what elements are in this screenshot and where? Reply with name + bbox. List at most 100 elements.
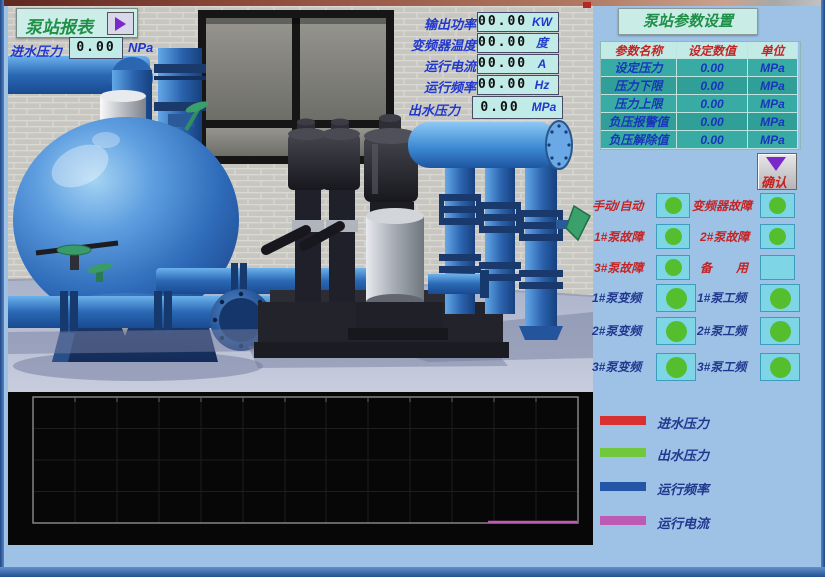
run-frequency-unit: Hz [526, 75, 559, 95]
bottom-border [0, 567, 825, 577]
grid-horizontal-lines [33, 429, 578, 492]
pump3-mains-label: 3#泵工频 [697, 358, 759, 375]
inverter-fault-indicator [760, 193, 795, 218]
run-current-unit: A [526, 54, 559, 74]
run-frequency-value: 00.00 [477, 75, 528, 95]
col-header-unit: 单位 [748, 42, 798, 59]
pump2-vfd-led [666, 321, 687, 342]
legend-label-frequency: 运行频率 [657, 479, 709, 498]
inlet-pressure-value: 0.00 [69, 37, 123, 59]
param-value[interactable]: 0.00 [677, 131, 748, 149]
inlet-pressure-unit: NPa [128, 40, 153, 55]
report-button-label: 泵站报表 [25, 13, 93, 38]
pump2-fault-label: 2#泵故障 [700, 228, 758, 245]
pump3-vfd-indicator [656, 353, 696, 381]
pump1-fault-indicator [656, 224, 690, 249]
pump1-mains-led [770, 288, 791, 309]
pump3-fault-led [665, 259, 682, 276]
mode-indicator[interactable] [656, 193, 690, 218]
param-value[interactable]: 0.00 [677, 59, 748, 77]
trend-chart-plot [8, 392, 593, 545]
pump3-vfd-led [666, 357, 687, 378]
spare-indicator [760, 255, 795, 280]
outlet-pressure-value: 0.00 [472, 96, 528, 119]
pump1-fault-led [665, 228, 682, 245]
pump1-vfd-label: 1#泵变频 [592, 289, 654, 306]
col-header-name: 参数名称 [601, 42, 677, 59]
pump3-vfd-label: 3#泵变频 [592, 358, 654, 375]
outlet-manifold-pipe [408, 121, 572, 169]
top-edge-strip [0, 0, 825, 6]
output-power-value: 00.00 [477, 12, 528, 32]
mode-led [665, 197, 682, 214]
right-border [821, 0, 825, 577]
pump1-mains-indicator [760, 284, 800, 312]
param-name: 设定压力 [601, 59, 677, 77]
run-current-value: 00.00 [477, 54, 528, 74]
settings-table: 参数名称 设定数值 单位 设定压力 0.00 MPa 压力下限 0.00 MPa… [600, 41, 801, 150]
inverter-temp-unit: 度 [526, 33, 559, 53]
pump2-mains-indicator [760, 317, 800, 345]
pump3-fault-indicator [656, 255, 690, 280]
param-value[interactable]: 0.00 [677, 95, 748, 113]
pump1-fault-label: 1#泵故障 [594, 228, 654, 245]
col-header-value: 设定数值 [677, 42, 748, 59]
pump3-mains-indicator [760, 353, 800, 381]
pump1-mains-label: 1#泵工频 [697, 289, 759, 306]
pump3-mains-led [770, 357, 791, 378]
param-name: 负压解除值 [601, 131, 677, 149]
output-power-label: 输出功率 [398, 14, 476, 33]
inlet-pressure-label: 进水压力 [10, 41, 62, 60]
pump2-mains-label: 2#泵工频 [697, 322, 759, 339]
play-icon [115, 17, 126, 31]
legend-swatch-frequency [600, 482, 646, 491]
left-border [0, 0, 4, 577]
pump1-vfd-led [666, 288, 687, 309]
param-unit: MPa [748, 77, 798, 95]
confirm-triangle-icon [766, 157, 786, 171]
param-name: 压力上限 [601, 95, 677, 113]
legend-swatch-current [600, 516, 646, 525]
param-name: 压力下限 [601, 77, 677, 95]
inverter-temp-value: 00.00 [477, 33, 528, 53]
outlet-pressure-label: 出水压力 [408, 100, 460, 119]
confirm-button[interactable]: 确认 [757, 153, 797, 190]
pump-station-hmi-screen: 泵站报表 进水压力 0.00 NPa 输出功率 00.00 KW 变频器温度 0… [0, 0, 825, 577]
pump2-fault-led [769, 228, 786, 245]
spare-label: 备 用 [700, 259, 758, 276]
inverter-fault-label: 变频器故障 [692, 197, 758, 214]
param-unit: MPa [748, 95, 798, 113]
param-value[interactable]: 0.00 [677, 77, 748, 95]
report-arrow-button[interactable] [107, 12, 134, 35]
param-name: 负压报警值 [601, 113, 677, 131]
trend-chart [8, 392, 593, 545]
pump2-mains-led [770, 321, 791, 342]
scene-corner-mark [583, 2, 591, 8]
param-unit: MPa [748, 131, 798, 149]
legend-label-current: 运行电流 [657, 513, 709, 532]
outlet-pressure-unit: MPa [526, 96, 563, 119]
output-power-unit: KW [526, 12, 559, 32]
axis-ticks [75, 397, 536, 402]
inverter-temp-label: 变频器温度 [398, 35, 476, 54]
pump2-fault-indicator [760, 224, 795, 249]
discharge-risers [428, 148, 563, 340]
report-button[interactable]: 泵站报表 [16, 8, 138, 38]
legend-swatch-inlet [600, 416, 646, 425]
pump1-vfd-indicator [656, 284, 696, 312]
legend-swatch-outlet [600, 448, 646, 457]
param-unit: MPa [748, 59, 798, 77]
mode-label: 手动/自动 [592, 197, 654, 214]
param-value[interactable]: 0.00 [677, 113, 748, 131]
inverter-fault-led [769, 197, 786, 214]
pump3-fault-label: 3#泵故障 [594, 259, 654, 276]
settings-panel-title: 泵站参数设置 [618, 8, 758, 35]
pump2-vfd-indicator [656, 317, 696, 345]
legend-label-inlet: 进水压力 [657, 413, 709, 432]
pump2-vfd-label: 2#泵变频 [592, 322, 654, 339]
legend-label-outlet: 出水压力 [657, 445, 709, 464]
run-current-label: 运行电流 [398, 56, 476, 75]
param-unit: MPa [748, 113, 798, 131]
run-frequency-label: 运行频率 [398, 77, 476, 96]
confirm-button-label: 确认 [761, 172, 787, 191]
